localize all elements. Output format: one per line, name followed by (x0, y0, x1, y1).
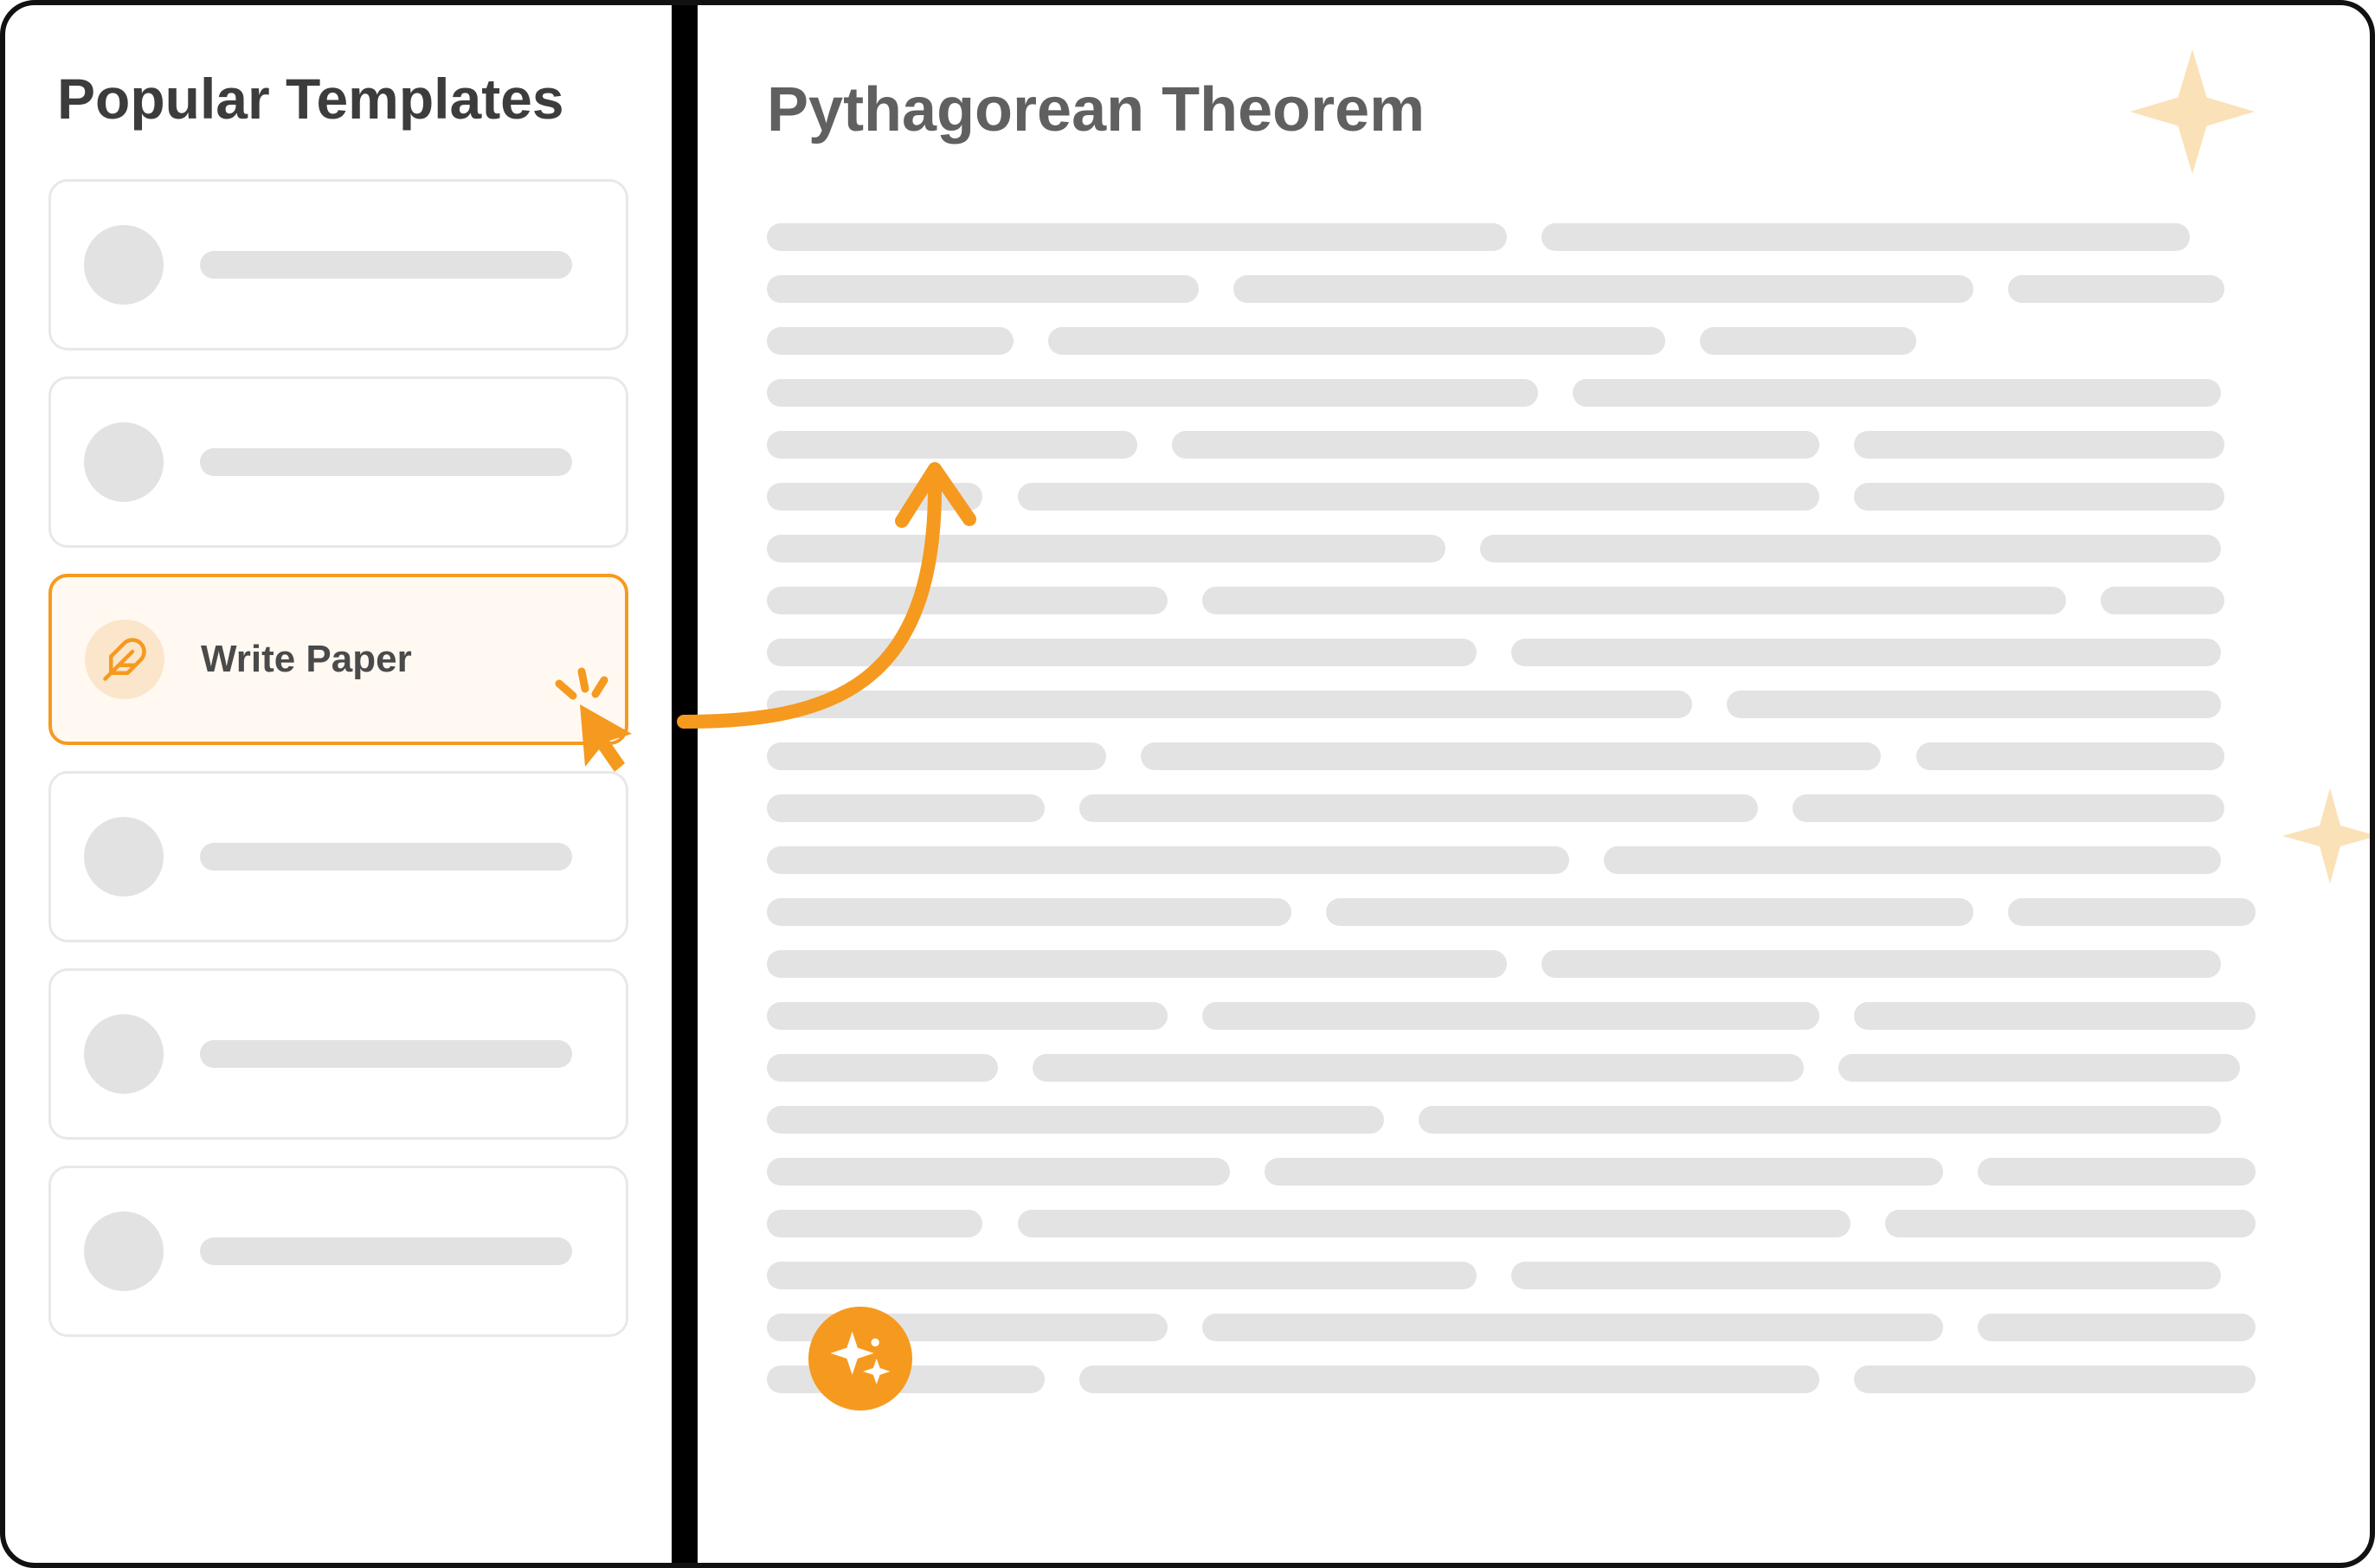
text-line-placeholder (767, 1314, 2309, 1341)
template-label-placeholder (200, 1237, 572, 1265)
template-list: Write Paper (48, 179, 628, 1337)
app-frame: Popular Templates Write Paper (0, 0, 2375, 1568)
sparkle-star-icon (2127, 47, 2257, 181)
text-line-placeholder (767, 275, 2309, 303)
document-title: Pythagorean Theorem (767, 74, 2309, 145)
template-card[interactable] (48, 1166, 628, 1337)
document-body (767, 223, 2309, 1393)
text-line-placeholder (767, 327, 2309, 355)
text-line-placeholder (767, 742, 2309, 770)
template-card[interactable] (48, 179, 628, 350)
text-line-placeholder (767, 431, 2309, 459)
template-label-placeholder (200, 1040, 572, 1068)
text-line-placeholder (767, 1366, 2309, 1393)
feather-icon (85, 620, 164, 699)
template-avatar-placeholder (84, 1211, 164, 1291)
text-line-placeholder (767, 483, 2309, 511)
text-line-placeholder (767, 691, 2309, 718)
templates-sidebar: Popular Templates Write Paper (5, 5, 698, 1563)
text-line-placeholder (767, 1158, 2309, 1186)
template-card[interactable] (48, 771, 628, 942)
template-avatar-placeholder (84, 225, 164, 305)
text-line-placeholder (767, 535, 2309, 562)
sidebar-title: Popular Templates (57, 66, 620, 132)
text-line-placeholder (767, 950, 2309, 978)
text-line-placeholder (767, 1002, 2309, 1030)
template-card-write-paper[interactable]: Write Paper (48, 574, 628, 745)
template-card[interactable] (48, 376, 628, 548)
text-line-placeholder (767, 898, 2309, 926)
template-avatar-placeholder (84, 422, 164, 502)
text-line-placeholder (767, 794, 2309, 822)
cursor-click-icon (542, 666, 646, 783)
text-line-placeholder (767, 639, 2309, 666)
text-line-placeholder (767, 1262, 2309, 1289)
text-line-placeholder (767, 846, 2309, 874)
template-label-placeholder (200, 843, 572, 871)
template-avatar-placeholder (84, 817, 164, 896)
document-panel: Pythagorean Theorem (698, 5, 2370, 1563)
template-label: Write Paper (201, 638, 412, 681)
template-avatar-placeholder (84, 1014, 164, 1094)
text-line-placeholder (767, 1106, 2309, 1134)
text-line-placeholder (767, 223, 2309, 251)
text-line-placeholder (767, 587, 2309, 614)
text-line-placeholder (767, 1210, 2309, 1237)
text-line-placeholder (767, 379, 2309, 407)
template-label-placeholder (200, 251, 572, 279)
template-label-placeholder (200, 448, 572, 476)
text-line-placeholder (767, 1054, 2309, 1082)
ai-sparkle-badge[interactable] (808, 1307, 912, 1411)
template-card[interactable] (48, 968, 628, 1140)
